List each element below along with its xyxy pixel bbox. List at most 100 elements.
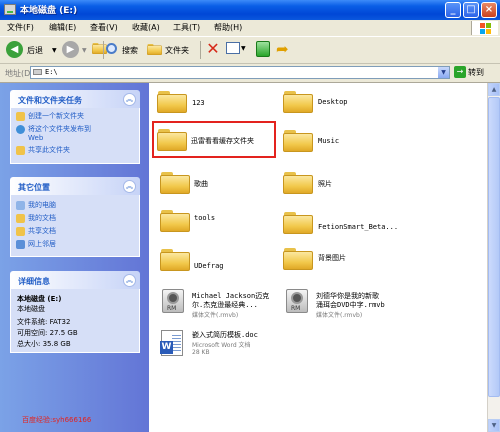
address-bar: 地址(D) E:\ ▼ → 转到 — [0, 64, 500, 83]
file-type: 媒体文件(.rmvb) — [192, 312, 239, 319]
folder-label[interactable]: 歌曲 — [194, 179, 208, 189]
folders-button[interactable]: 文件夹 — [147, 40, 195, 60]
scroll-up-icon[interactable]: ▲ — [488, 83, 500, 96]
tasks-panel-body: 创建一个新文件夹 将这个文件夹发布到 Web 共享此文件夹 — [10, 108, 140, 164]
details-filesystem: 文件系统: FAT32 — [17, 318, 71, 326]
window-title: 本地磁盘 (E:) — [20, 6, 78, 16]
file-size: 28 KB — [192, 349, 210, 356]
address-dropdown-icon[interactable]: ▼ — [438, 67, 449, 78]
drive-icon — [4, 4, 16, 15]
back-arrow-icon: ◀ — [6, 41, 23, 58]
folder-icon[interactable] — [283, 172, 313, 194]
scroll-thumb[interactable] — [488, 97, 500, 397]
delete-icon[interactable]: ✕ — [205, 41, 221, 57]
menu-bar: 文件(F) 编辑(E) 查看(V) 收藏(A) 工具(T) 帮助(H) — [0, 20, 500, 37]
back-dropdown-icon[interactable]: ▼ — [52, 47, 57, 54]
views-dropdown-icon[interactable]: ▼ — [241, 45, 246, 52]
forward-button[interactable]: ▶ ▼ — [62, 40, 90, 60]
folder-label[interactable]: Desktop — [318, 98, 348, 106]
folders-label: 文件夹 — [165, 46, 189, 55]
refresh-icon[interactable] — [256, 41, 270, 57]
menu-favorites[interactable]: 收藏(A) — [132, 22, 160, 33]
computer-icon — [16, 201, 25, 210]
collapse-icon[interactable]: ︽ — [123, 93, 136, 106]
address-value: E:\ — [45, 68, 58, 76]
menu-help[interactable]: 帮助(H) — [214, 22, 242, 33]
back-label: 后退 — [27, 46, 43, 55]
forward-arrow-icon: ▶ — [62, 41, 79, 58]
places-panel-title: 其它位置 — [18, 183, 50, 192]
menu-edit[interactable]: 编辑(E) — [49, 22, 76, 33]
file-name-line2[interactable]: 涌珥会DVD中字.rmvb — [316, 300, 385, 310]
details-total-size: 总大小: 35.8 GB — [17, 340, 71, 348]
file-name[interactable]: 嵌入式简历模板.doc — [192, 330, 258, 340]
menu-tools[interactable]: 工具(T) — [173, 22, 200, 33]
menu-view[interactable]: 查看(V) — [90, 22, 118, 33]
places-panel-header[interactable]: 其它位置 ︽ — [10, 177, 140, 195]
details-panel-title: 详细信息 — [18, 277, 50, 286]
details-panel-body: 本地磁盘 (E:) 本地磁盘 文件系统: FAT32 可用空间: 27.5 GB… — [10, 289, 140, 353]
go-arrow-icon: → — [454, 66, 466, 78]
views-button[interactable]: ▼ — [226, 42, 246, 56]
details-type: 本地磁盘 — [17, 305, 45, 313]
details-free-space: 可用空间: 27.5 GB — [17, 329, 78, 337]
collapse-icon[interactable]: ︽ — [123, 274, 136, 287]
folder-label[interactable]: FetionSmart_Beta... — [318, 223, 398, 231]
folder-label[interactable]: 123 — [192, 99, 205, 107]
folder-icon[interactable] — [157, 91, 187, 113]
folder-icon[interactable] — [283, 248, 313, 270]
go-label: 转到 — [468, 68, 484, 77]
highlight-box — [152, 121, 276, 158]
folder-label[interactable]: 背景图片 — [318, 253, 346, 263]
go-button[interactable]: → 转到 — [454, 66, 494, 79]
folder-icon[interactable] — [283, 130, 313, 152]
maximize-button[interactable]: □ — [463, 2, 479, 18]
menu-file[interactable]: 文件(F) — [7, 22, 34, 33]
close-button[interactable]: × — [481, 2, 497, 18]
tasks-panel-title: 文件和文件夹任务 — [18, 96, 82, 105]
folder-label[interactable]: 照片 — [318, 179, 332, 189]
file-type: 媒体文件(.rmvb) — [316, 312, 363, 319]
rmvb-file-icon[interactable]: RM — [286, 289, 308, 313]
folder-label[interactable]: Music — [318, 137, 339, 145]
shared-documents-icon — [16, 227, 25, 236]
scroll-down-icon[interactable]: ▼ — [488, 419, 500, 432]
folder-icon[interactable] — [160, 249, 190, 271]
folder-label[interactable]: tools — [194, 214, 215, 222]
search-button[interactable]: 搜索 — [106, 40, 144, 60]
details-name: 本地磁盘 (E:) — [17, 295, 62, 303]
address-input[interactable]: E:\ ▼ — [30, 66, 450, 79]
share-folder-icon — [16, 146, 25, 155]
places-panel-body: 我的电脑 我的文档 共享文档 网上邻居 — [10, 195, 140, 257]
folder-icon[interactable] — [160, 172, 190, 194]
folders-icon — [147, 44, 162, 55]
toolbar: ◀ 后退 ▼ ▶ ▼ 搜索 文件夹 ✕ ▼ ➦ — [0, 37, 500, 64]
forward-dropdown-icon[interactable]: ▼ — [82, 47, 87, 54]
back-button[interactable]: ◀ 后退 ▼ — [6, 40, 58, 60]
file-type: Microsoft Word 文档 — [192, 342, 251, 349]
file-name-line2[interactable]: 尔.杰克逊最经典... — [192, 300, 258, 310]
watermark-text: 百度经验:syh666166 — [22, 416, 92, 424]
windows-logo-icon — [471, 21, 498, 35]
documents-icon — [16, 214, 25, 223]
search-label: 搜索 — [122, 46, 138, 55]
folder-icon[interactable] — [283, 91, 313, 113]
tasks-panel-header[interactable]: 文件和文件夹任务 ︽ — [10, 90, 140, 108]
folder-label[interactable]: UDefrag — [194, 262, 224, 270]
title-bar[interactable]: 本地磁盘 (E:) _ □ × — [0, 0, 500, 20]
details-panel-header[interactable]: 详细信息 ︽ — [10, 271, 140, 289]
folder-icon[interactable] — [160, 210, 190, 232]
drive-small-icon — [33, 69, 42, 75]
up-folder-icon — [92, 43, 107, 54]
word-document-icon[interactable]: W — [160, 330, 183, 356]
search-icon — [106, 43, 117, 54]
collapse-icon[interactable]: ︽ — [123, 180, 136, 193]
vertical-scrollbar[interactable]: ▲ ▼ — [487, 83, 500, 432]
globe-icon — [16, 125, 25, 134]
rmvb-file-icon[interactable]: RM — [162, 289, 184, 313]
folder-up-arrow-icon[interactable]: ➦ — [276, 40, 292, 58]
views-icon — [226, 42, 240, 54]
folder-icon[interactable] — [283, 212, 313, 234]
new-folder-icon — [16, 112, 25, 121]
minimize-button[interactable]: _ — [445, 2, 461, 18]
